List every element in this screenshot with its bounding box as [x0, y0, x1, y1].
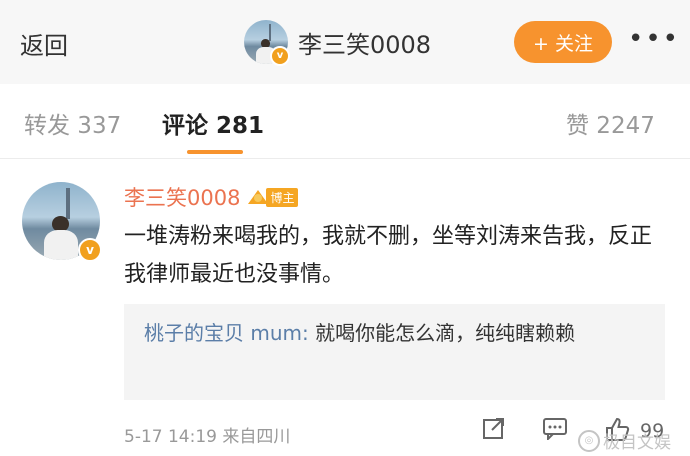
- more-options-icon[interactable]: •••: [628, 24, 680, 54]
- page-title: 李三笑0008: [298, 30, 432, 59]
- follow-button[interactable]: + 关注: [514, 21, 612, 63]
- reply-text: 就喝你能怎么滴，纯纯瞎赖赖: [315, 321, 576, 345]
- tab-comments[interactable]: 评论 281: [162, 106, 264, 140]
- reply-preview[interactable]: 桃子的宝贝 mum: 就喝你能怎么滴，纯纯瞎赖赖: [124, 304, 665, 400]
- reply-content: 桃子的宝贝 mum: 就喝你能怎么滴，纯纯瞎赖赖: [144, 316, 644, 350]
- comment-icon[interactable]: [542, 416, 568, 446]
- crown-icon: [248, 188, 269, 206]
- comment-text: 一堆涛粉来喝我的，我就不删，坐等刘涛来告我，反正我律师最近也没事情。: [124, 224, 653, 287]
- verified-badge-icon: v: [78, 238, 102, 262]
- share-icon[interactable]: [482, 416, 506, 446]
- comment-location: 来自四川: [222, 427, 291, 447]
- tab-bar: 转发 337 评论 281 赞 2247: [0, 84, 690, 159]
- comment-username[interactable]: 李三笑0008 博主: [124, 182, 299, 212]
- author-badge-label: 博主: [266, 187, 299, 207]
- header-avatar[interactable]: v: [244, 20, 290, 66]
- comment-time: 5-17 14:19: [124, 427, 217, 447]
- back-button[interactable]: 返回: [20, 26, 68, 61]
- verified-badge-icon: v: [270, 46, 290, 66]
- top-bar: 返回 v 李三笑0008 + 关注 •••: [0, 0, 690, 84]
- watermark-text: 极目文娱: [603, 433, 671, 453]
- watermark-logo-icon: ◎: [578, 429, 600, 452]
- title-group: v 李三笑0008: [244, 19, 432, 66]
- active-tab-indicator: [187, 150, 243, 154]
- comment-meta: 5-17 14:19 来自四川: [124, 422, 290, 447]
- watermark: ◎ 极目文娱: [578, 428, 671, 453]
- tab-likes[interactable]: 赞 2247: [566, 106, 655, 140]
- author-badge: 博主: [248, 186, 299, 208]
- username-text[interactable]: 李三笑0008: [124, 182, 240, 212]
- tab-reposts[interactable]: 转发 337: [24, 106, 121, 140]
- comment-avatar[interactable]: v: [22, 182, 102, 262]
- reply-username[interactable]: 桃子的宝贝 mum:: [144, 321, 309, 345]
